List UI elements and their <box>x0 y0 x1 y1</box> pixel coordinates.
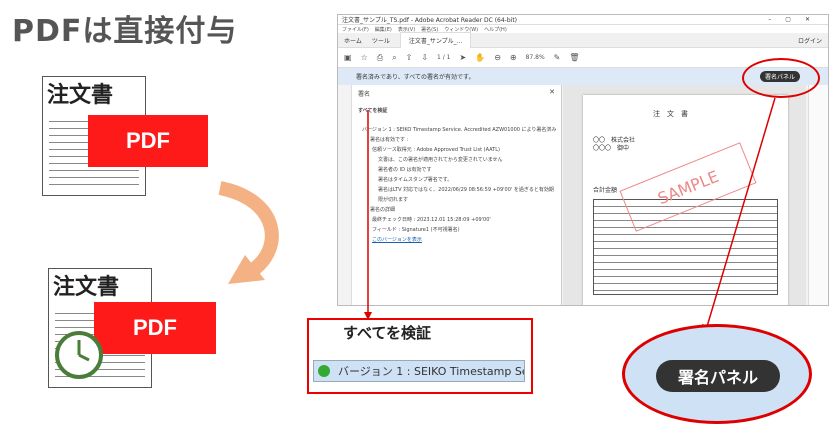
signature-valid-icon <box>318 365 330 377</box>
zoom-signature-panel-button[interactable]: 署名パネル <box>656 360 780 392</box>
zoomed-verify-panel: すべてを検証 バージョン 1 : SEIKO Timestamp Servic <box>307 318 533 394</box>
zoom-verify-label[interactable]: すべてを検証 <box>343 322 431 343</box>
zoom-version-row[interactable]: バージョン 1 : SEIKO Timestamp Servic <box>313 360 525 382</box>
